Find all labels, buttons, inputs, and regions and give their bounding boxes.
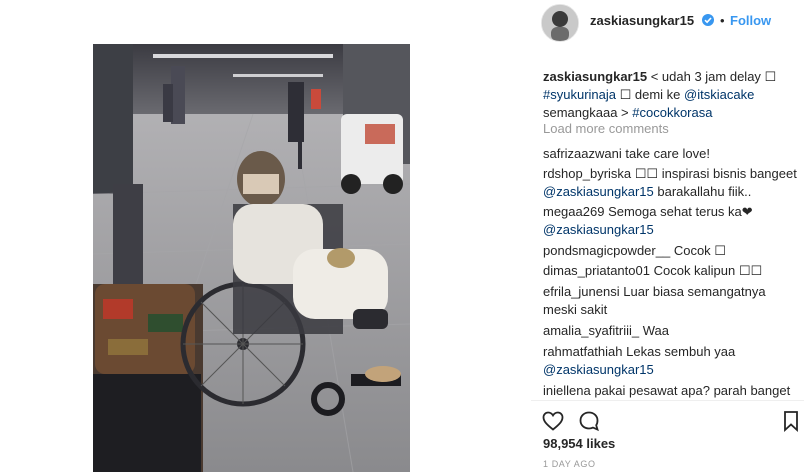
comment-text: Cocok kalipun ☐☐ [653, 263, 763, 278]
post-action-bar [531, 400, 804, 437]
comment-item: safrizaazwani take care love! [543, 145, 798, 163]
bookmark-icon[interactable] [779, 409, 804, 433]
comment-item: dimas_priatanto01 Cocok kalipun ☐☐ [543, 262, 798, 280]
post-header: zaskiasungkar15 • Follow [531, 0, 804, 44]
comment-text: Semoga sehat terus ka❤ [608, 204, 753, 219]
comment-item: pondsmagicpowder__ Cocok ☐ [543, 242, 798, 260]
caption-username[interactable]: zaskiasungkar15 [543, 69, 647, 84]
comment-text: take care love! [625, 146, 710, 161]
heart-icon[interactable] [541, 409, 567, 433]
comment-text: Luar biasa semangatnya [623, 284, 766, 299]
post-author-username[interactable]: zaskiasungkar15 [590, 13, 694, 28]
caption-text: demi ke [631, 87, 685, 102]
airport-wheelchair-photo [93, 44, 410, 472]
post-photo[interactable] [93, 44, 410, 472]
comment-username[interactable]: megaa269 [543, 204, 604, 219]
mention-link[interactable]: @zaskiasungkar15 [543, 222, 654, 237]
post-side-panel: zaskiasungkar15 • Follow zaskiasungkar15… [531, 0, 804, 472]
separator-dot: • [720, 13, 725, 28]
comment-username[interactable]: amalia_syafitriii_ [543, 323, 639, 338]
comment-username[interactable]: dimas_priatanto01 [543, 263, 650, 278]
comment-username[interactable]: rahmatfathiah [543, 344, 623, 359]
comment-bubble-icon[interactable] [577, 409, 603, 433]
verified-badge-icon [702, 14, 714, 26]
comment-item: iniellena pakai pesawat apa? parah bange… [543, 382, 798, 400]
comment-item: rdshop_byriska ☐☐ inspirasi bisnis bange… [543, 165, 798, 201]
caption-text: semangkaaa > [543, 105, 633, 120]
caption-emoji: ☐ [619, 87, 632, 102]
comment-username[interactable]: safrizaazwani [543, 146, 622, 161]
caption-emoji: ☐ [764, 69, 777, 84]
caption-text: < udah 3 jam delay [650, 69, 765, 84]
comment-text: pakai pesawat apa? parah banget [594, 383, 791, 398]
comment-item: amalia_syafitriii_ Waa [543, 322, 798, 340]
likes-count[interactable]: 98,954 likes [543, 436, 615, 451]
hashtag-link[interactable]: #cocokkorasa [632, 105, 712, 120]
comment-text: meski sakit [543, 302, 608, 317]
comment-text: barakallahu fiik.. [657, 184, 752, 199]
comment-username[interactable]: rdshop_byriska [543, 166, 631, 181]
follow-button[interactable]: Follow [730, 13, 771, 28]
comment-item: megaa269 Semoga sehat terus ka❤ @zaskias… [543, 203, 798, 239]
comment-text: Lekas sembuh yaa [626, 344, 736, 359]
post-caption: zaskiasungkar15 < udah 3 jam delay ☐ #sy… [543, 68, 797, 122]
mention-link[interactable]: @zaskiasungkar15 [543, 362, 654, 377]
comment-item: rahmatfathiah Lekas sembuh yaa @zaskiasu… [543, 343, 798, 379]
mention-link[interactable]: @itskiacake [684, 87, 754, 102]
comment-username[interactable]: efrila_junensi [543, 284, 620, 299]
comment-username[interactable]: pondsmagicpowder__ [543, 243, 670, 258]
comment-item: efrila_junensi Luar biasa semangatnya me… [543, 283, 798, 319]
comment-username[interactable]: iniellena [543, 383, 591, 398]
load-more-comments-button[interactable]: Load more comments [543, 121, 669, 136]
hashtag-link[interactable]: #syukurinaja [543, 87, 616, 102]
avatar-image [542, 5, 578, 41]
comment-text: Waa [642, 323, 669, 338]
comment-text: Cocok ☐ [673, 243, 726, 258]
mention-link[interactable]: @zaskiasungkar15 [543, 184, 654, 199]
post-timestamp[interactable]: 1 DAY AGO [543, 459, 596, 469]
avatar[interactable] [541, 4, 579, 42]
instagram-post-view: zaskiasungkar15 • Follow zaskiasungkar15… [0, 0, 804, 472]
comment-text: ☐☐ inspirasi bisnis bangeet [634, 166, 797, 181]
